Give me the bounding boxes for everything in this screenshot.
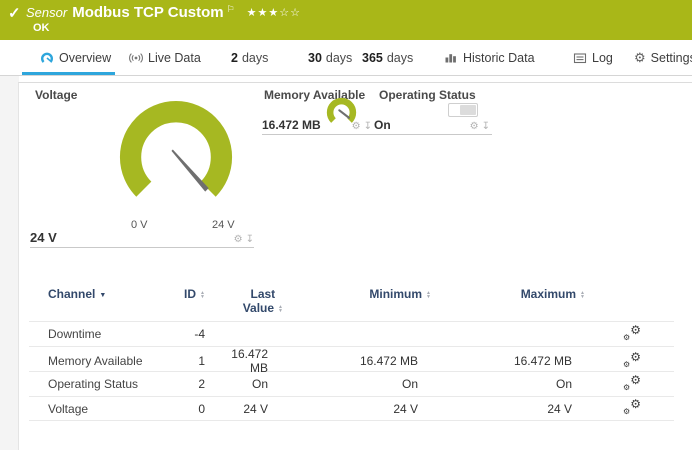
tab-settings-label: Settings <box>651 51 692 65</box>
tab-historic-data[interactable]: Historic Data <box>444 40 535 75</box>
channel-id: -4 <box>169 327 217 341</box>
memory-current-value: 16.472 MB <box>262 118 321 132</box>
channel-id: 1 <box>169 354 217 368</box>
flag-icon[interactable]: ⚐ <box>227 4 235 14</box>
tab-30-days[interactable]: 30 days <box>308 40 352 75</box>
tab-live-data-label: Live Data <box>148 51 201 65</box>
overview-gauge-icon <box>40 51 54 65</box>
channel-settings-icon[interactable]: ⚙⚙ <box>623 352 641 368</box>
tab-365-days[interactable]: 365 days <box>362 40 413 75</box>
memory-gear-icon[interactable]: ⚙ <box>352 122 361 132</box>
channel-maximum: 16.472 MB <box>445 354 600 368</box>
sensor-title: Modbus TCP Custom <box>72 4 223 21</box>
channel-id: 0 <box>169 402 217 416</box>
channel-name[interactable]: Voltage <box>29 402 169 416</box>
operating-status-switch <box>448 103 478 117</box>
tab-settings[interactable]: ⚙ Settings <box>634 40 692 75</box>
channel-maximum: 24 V <box>445 402 600 416</box>
tab-365-days-number: 365 <box>362 51 383 65</box>
sensor-status-badge: OK <box>33 22 50 34</box>
column-header-value-label: Value <box>243 301 274 315</box>
tab-2-days-label: days <box>242 51 268 65</box>
switch-knob <box>460 105 476 115</box>
sort-icon: ▲▼ <box>426 291 431 299</box>
tab-bar: Overview Live Data 2 days 30 days 365 days <box>0 40 692 76</box>
sort-icon: ▲▼ <box>278 305 283 313</box>
channel-settings-icon[interactable]: ⚙⚙ <box>623 399 641 415</box>
sort-icon: ▲▼ <box>200 291 205 299</box>
overview-panel: Voltage 0 V 24 V 24 V ⚙ ↧ Memory Availab… <box>18 82 692 450</box>
tab-overview-label: Overview <box>59 51 111 65</box>
channel-last-value: 24 V <box>217 402 297 416</box>
tab-2-days[interactable]: 2 days <box>231 40 268 75</box>
object-kind-label: Sensor <box>26 5 67 20</box>
column-header-maximum-label: Maximum <box>521 287 576 301</box>
tab-365-days-label: days <box>387 51 413 65</box>
channel-settings-icon[interactable]: ⚙⚙ <box>623 325 641 341</box>
channel-minimum: 16.472 MB <box>297 354 445 368</box>
channel-minimum: On <box>297 377 445 391</box>
left-gutter <box>0 76 19 450</box>
tab-30-days-label: days <box>326 51 352 65</box>
channel-name[interactable]: Downtime <box>29 327 169 341</box>
sort-caret-icon: ▼ <box>99 292 106 299</box>
channel-minimum: 24 V <box>297 402 445 416</box>
status-check-icon: ✓ <box>8 4 21 22</box>
voltage-panel-title: Voltage <box>35 88 77 102</box>
voltage-gear-icon[interactable]: ⚙ <box>234 235 243 245</box>
column-header-channel-label: Channel <box>48 287 95 301</box>
log-list-icon <box>573 51 587 65</box>
operating-pin-icon[interactable]: ↧ <box>482 122 490 132</box>
column-header-channel[interactable]: Channel ▼ <box>29 287 169 301</box>
tab-30-days-number: 30 <box>308 51 322 65</box>
voltage-pin-icon[interactable]: ↧ <box>246 235 254 245</box>
operating-panel-title: Operating Status <box>379 88 476 102</box>
table-row-downtime: Downtime -4 ⚙⚙ <box>29 321 674 346</box>
sensor-header: ✓ Sensor Modbus TCP Custom ⚐ ★★★☆☆ OK <box>0 0 692 40</box>
channel-name[interactable]: Memory Available <box>29 354 169 368</box>
column-header-maximum[interactable]: Maximum ▲▼ <box>445 287 600 301</box>
column-header-minimum-label: Minimum <box>369 287 422 301</box>
tab-overview[interactable]: Overview <box>40 40 111 75</box>
channel-table-header: Channel ▼ ID ▲▼ LastValue ▲▼ Minimum ▲▼ Maxi… <box>29 287 674 321</box>
tab-log-label: Log <box>592 51 613 65</box>
table-row-voltage: Voltage 0 24 V 24 V 24 V ⚙⚙ <box>29 396 674 421</box>
operating-gear-icon[interactable]: ⚙ <box>470 122 479 132</box>
priority-stars[interactable]: ★★★☆☆ <box>247 7 301 19</box>
sort-icon: ▲▼ <box>580 291 585 299</box>
channel-name[interactable]: Operating Status <box>29 377 169 391</box>
column-header-id-label: ID <box>184 287 196 301</box>
memory-pin-icon[interactable]: ↧ <box>364 122 372 132</box>
channel-last-value: 16.472 MB <box>217 347 297 375</box>
voltage-current-value: 24 V <box>30 230 57 245</box>
settings-gear-icon: ⚙ <box>634 51 646 65</box>
table-row-operating-status: Operating Status 2 On On On ⚙⚙ <box>29 371 674 396</box>
channel-id: 2 <box>169 377 217 391</box>
table-row-memory-available: Memory Available 1 16.472 MB 16.472 MB 1… <box>29 346 674 371</box>
column-header-last-value[interactable]: LastValue ▲▼ <box>217 287 297 315</box>
column-header-id[interactable]: ID ▲▼ <box>169 287 217 301</box>
tab-log[interactable]: Log <box>573 40 613 75</box>
tab-2-days-number: 2 <box>231 51 238 65</box>
historic-data-chart-icon <box>444 51 458 65</box>
column-header-last-label: Last <box>251 287 276 301</box>
channel-last-value: On <box>217 377 297 391</box>
operating-current-value: On <box>374 118 391 132</box>
column-header-minimum[interactable]: Minimum ▲▼ <box>297 287 445 301</box>
prtg-sensor-page: ✓ Sensor Modbus TCP Custom ⚐ ★★★☆☆ OK Overv… <box>0 0 692 450</box>
voltage-gauge <box>118 99 234 215</box>
channel-settings-icon[interactable]: ⚙⚙ <box>623 375 641 391</box>
active-tab-indicator <box>22 72 115 75</box>
live-data-broadcast-icon <box>129 51 143 65</box>
tab-live-data[interactable]: Live Data <box>129 40 201 75</box>
channel-maximum: On <box>445 377 600 391</box>
tab-historic-data-label: Historic Data <box>463 51 535 65</box>
channel-table: Channel ▼ ID ▲▼ LastValue ▲▼ Minimum ▲▼ Maxi… <box>29 287 674 421</box>
